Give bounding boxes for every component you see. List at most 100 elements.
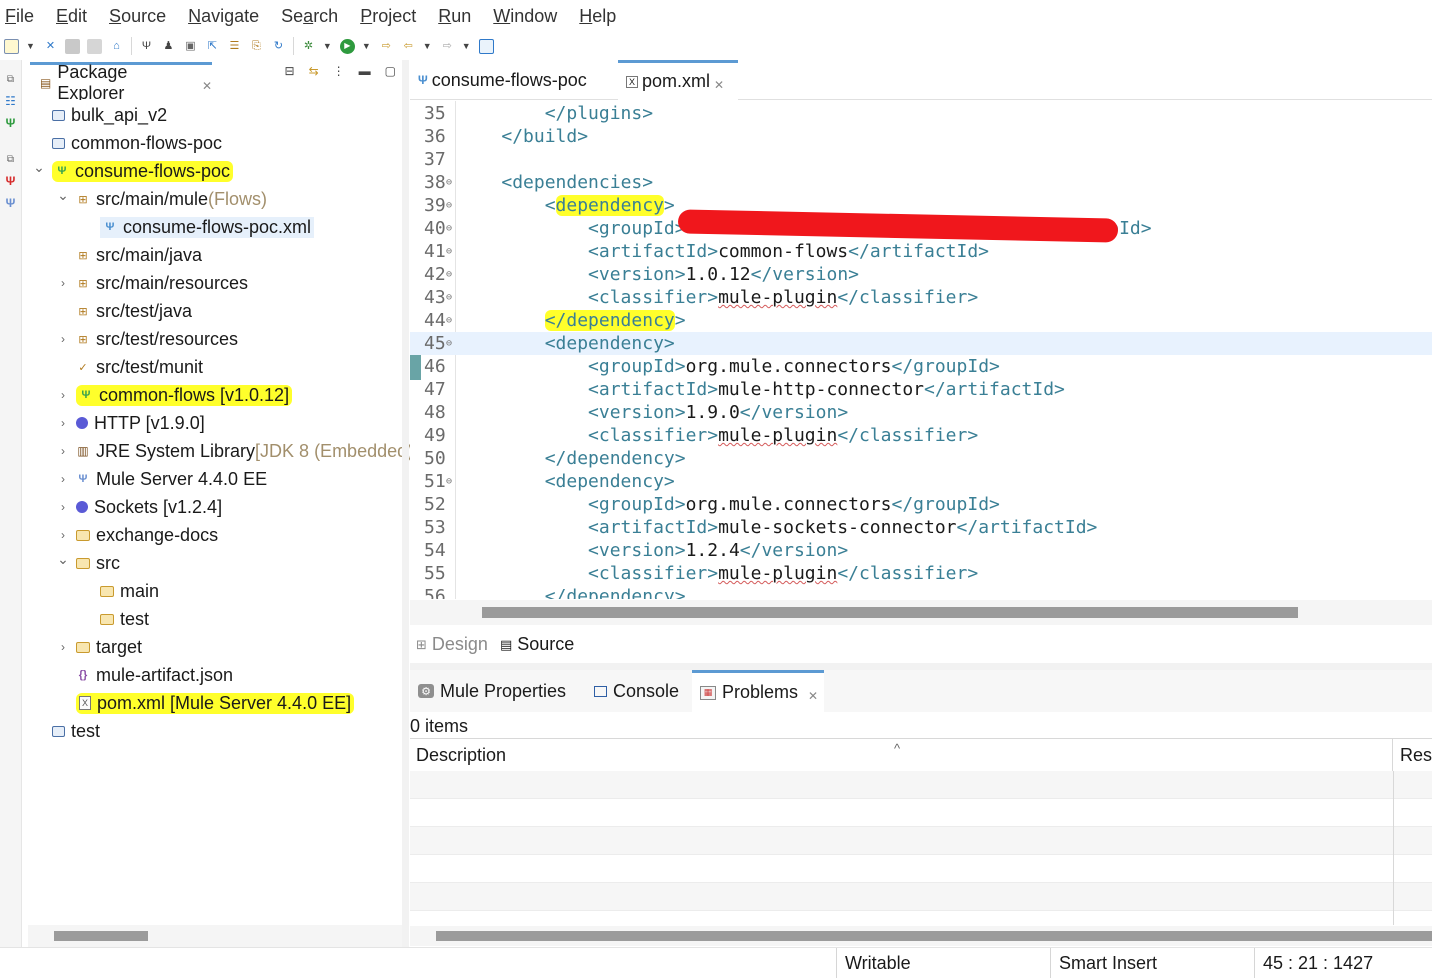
tree-item[interactable]: › ⊞ src/test/resources (56, 325, 238, 353)
chevron-right-icon[interactable]: › (56, 640, 70, 654)
forward-icon[interactable]: ⇨ (440, 39, 455, 54)
tree-item[interactable]: ⌄ src (56, 549, 120, 577)
scrollbar-thumb[interactable] (436, 931, 1432, 941)
scrollbar-thumb[interactable] (54, 931, 148, 941)
fold-toggle-icon[interactable]: ⊖ (446, 240, 452, 263)
chevron-down-icon[interactable]: ⌄ (32, 159, 46, 176)
tab-package-explorer[interactable]: ▤ Package Explorer ✕ (30, 62, 212, 103)
new-icon[interactable] (4, 38, 19, 54)
code-line[interactable]: 52 <groupId>org.mule.connectors</groupId… (410, 493, 1432, 516)
problems-scrollbar[interactable] (410, 926, 1432, 946)
close-icon[interactable]: ✕ (202, 79, 212, 93)
munit-icon[interactable]: Ψ (3, 174, 18, 189)
column-header-description[interactable]: Description ^ (410, 739, 1393, 771)
code-line[interactable]: 42 ⊖ <version>1.0.12</version> (410, 263, 1432, 286)
tree-item[interactable]: ⊞ src/test/java (56, 297, 192, 325)
open-type-icon[interactable]: ⎘ (249, 39, 264, 54)
menu-navigate[interactable]: Navigate (188, 6, 259, 27)
back-dropdown-icon[interactable]: ▼ (423, 41, 432, 51)
tree-item[interactable]: › exchange-docs (56, 521, 218, 549)
tree-item[interactable]: › Ψ Mule Server 4.4.0 EE (56, 465, 267, 493)
tree-item[interactable]: test (32, 717, 100, 745)
column-header-resource[interactable]: Resource (1394, 739, 1432, 771)
chevron-right-icon[interactable]: › (56, 388, 70, 402)
minimize-icon[interactable]: ▬ (359, 64, 371, 78)
tree-item[interactable]: › ⊞ src/main/resources (56, 269, 248, 297)
tab-design[interactable]: ⊞ Design (416, 634, 488, 655)
tree-item[interactable]: Xpom.xml [Mule Server 4.4.0 EE] (56, 689, 355, 717)
code-line[interactable]: 47 <artifactId>mule-http-connector</arti… (410, 378, 1432, 401)
code-line[interactable]: 44 ⊖ </dependency> (410, 309, 1432, 332)
tree-item[interactable]: main (80, 577, 159, 605)
tree-item[interactable]: {} mule-artifact.json (56, 661, 233, 689)
code-line[interactable]: 36 </build> (410, 125, 1432, 148)
code-line[interactable]: 40⊖ <groupId> </groupId> (410, 209, 1432, 243)
refresh-icon[interactable]: ↻ (271, 39, 286, 54)
tab-console[interactable]: Console (586, 670, 690, 712)
code-line[interactable]: 46 <groupId>org.mule.connectors</groupId… (410, 355, 1432, 378)
tree-item[interactable]: ✓ src/test/munit (56, 353, 203, 381)
menu-file[interactable]: File (5, 6, 34, 27)
chevron-right-icon[interactable]: › (56, 276, 70, 290)
task-icon[interactable]: ☰ (227, 39, 242, 54)
restore-icon[interactable]: ⧉ (3, 152, 18, 167)
menu-search[interactable]: Search (281, 6, 338, 27)
chevron-right-icon[interactable]: › (56, 528, 70, 542)
fold-toggle-icon[interactable]: ⊖ (446, 263, 452, 286)
outline-icon[interactable]: ☷ (3, 94, 18, 109)
fold-toggle-icon[interactable]: ⊖ (446, 332, 452, 355)
menu-source[interactable]: Source (109, 6, 166, 27)
tree-item[interactable]: bulk_api_v2 (32, 101, 167, 129)
mule-debugger-icon[interactable]: Ψ (3, 196, 18, 211)
open-perspective-icon[interactable] (478, 38, 494, 54)
code-line[interactable]: 48 <version>1.9.0</version> (410, 401, 1432, 424)
camera-icon[interactable]: ▣ (183, 39, 198, 54)
mule-anypoint-icon[interactable]: ✕ (43, 39, 58, 54)
code-line[interactable]: 43 ⊖ <classifier>mule-plugin</classifier> (410, 286, 1432, 309)
scrollbar-thumb[interactable] (482, 607, 1298, 618)
fold-toggle-icon[interactable]: ⊖ (446, 309, 452, 332)
fold-toggle-icon[interactable]: ⊖ (446, 194, 452, 217)
tree-item[interactable]: › target (56, 633, 142, 661)
tab-consume-flows-poc[interactable]: Ψ consume-flows-poc (410, 60, 616, 100)
tree-item[interactable]: common-flows-poc (32, 129, 222, 157)
chevron-right-icon[interactable]: › (56, 500, 70, 514)
horizontal-divider[interactable] (410, 663, 1432, 670)
menu-project[interactable]: Project (360, 6, 416, 27)
collapse-all-icon[interactable]: ⊟ (285, 64, 295, 78)
tree-item[interactable]: › HTTP [v1.9.0] (56, 409, 205, 437)
fold-toggle-icon[interactable]: ⊖ (446, 286, 452, 309)
tab-pom-xml[interactable]: X pom.xml ✕ (618, 60, 738, 100)
debug-icon[interactable]: ✲ (301, 39, 316, 54)
tree-item[interactable]: ⌄ Ψconsume-flows-poc (32, 157, 234, 185)
debug-dropdown-icon[interactable]: ▼ (323, 41, 332, 51)
chevron-right-icon[interactable]: › (56, 416, 70, 430)
menu-run[interactable]: Run (438, 6, 471, 27)
tree-item[interactable]: › Sockets [v1.2.4] (56, 493, 222, 521)
code-line[interactable]: 41 ⊖ <artifactId>common-flows</artifactId… (410, 240, 1432, 263)
code-line[interactable]: 51 ⊖ <dependency> (410, 470, 1432, 493)
tab-problems[interactable]: ▦ Problems ✕ (692, 670, 824, 712)
link-with-editor-icon[interactable]: ⇆ (309, 64, 319, 78)
chevron-right-icon[interactable]: › (56, 472, 70, 486)
close-icon[interactable]: ✕ (714, 78, 724, 92)
code-line[interactable]: 56 </dependency> (410, 585, 1432, 599)
vertical-divider[interactable] (402, 60, 409, 950)
chevron-right-icon[interactable]: › (56, 332, 70, 346)
problems-table[interactable]: Description ^ Resource (410, 738, 1432, 925)
editor-scrollbar[interactable] (410, 600, 1432, 625)
chevron-right-icon[interactable]: › (56, 444, 70, 458)
xml-source-editor[interactable]: 35 </plugins> 36 </build> 37 38 ⊖ <dependenc… (410, 101, 1432, 599)
fold-toggle-icon[interactable]: ⊖ (446, 171, 452, 194)
view-menu-icon[interactable]: ⋮ (333, 64, 345, 78)
code-line[interactable]: 55 <classifier>mule-plugin</classifier> (410, 562, 1432, 585)
chevron-down-icon[interactable]: ⌄ (56, 187, 70, 204)
menu-help[interactable]: Help (579, 6, 616, 27)
code-line[interactable]: 38 ⊖ <dependencies> (410, 171, 1432, 194)
exchange-icon[interactable]: ⌂ (109, 39, 124, 54)
tree-item[interactable]: ⊞ src/main/java (56, 241, 202, 269)
forward-dropdown-icon[interactable]: ▼ (462, 41, 471, 51)
maximize-icon[interactable]: ▢ (385, 64, 396, 78)
tree-item[interactable]: Ψconsume-flows-poc.xml (80, 213, 315, 241)
tab-mule-properties[interactable]: ⚙ Mule Properties (410, 670, 582, 712)
